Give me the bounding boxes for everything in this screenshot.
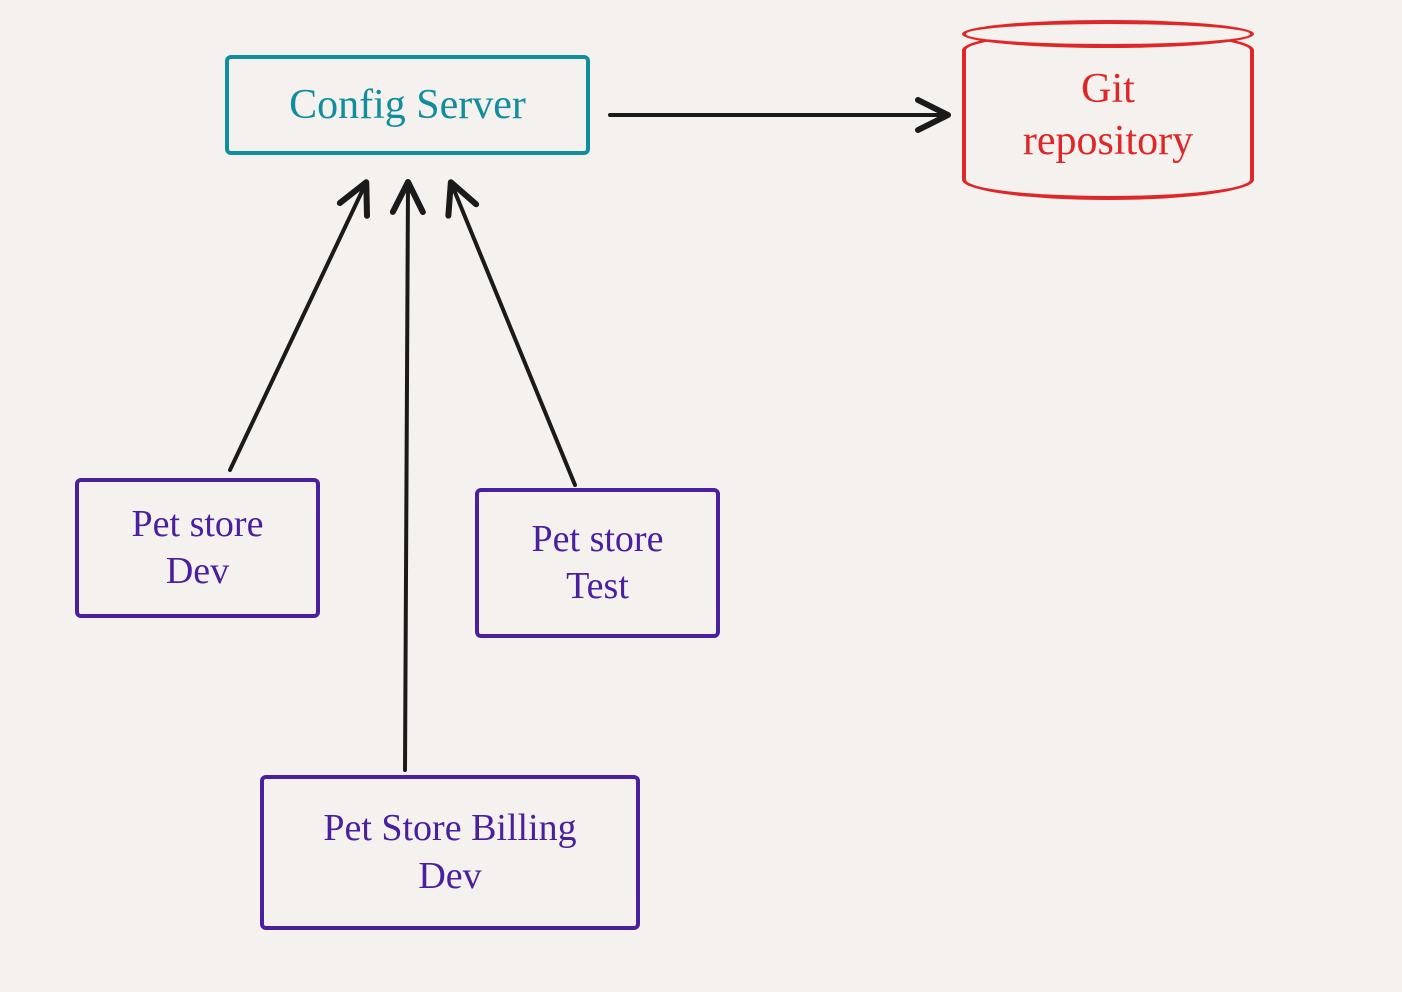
pet-store-billing-dev-node: Pet Store Billing Dev [260, 775, 640, 930]
arrow-pet_store_dev-to-config_server [230, 185, 365, 470]
config-server-label: Config Server [289, 79, 526, 132]
pet-store-billing-dev-label: Pet Store Billing Dev [323, 805, 576, 900]
pet-store-test-node: Pet store Test [475, 488, 720, 638]
pet-store-dev-node: Pet store Dev [75, 478, 320, 618]
diagram-canvas: Config Server Git repository Pet store D… [0, 0, 1402, 992]
arrow-pet_store_test-to-config_server [452, 185, 575, 485]
git-repository-label: Git repository [1023, 63, 1193, 168]
arrow-pet_store_billing_dev-to-config_server [405, 185, 408, 770]
pet-store-dev-label: Pet store Dev [132, 501, 264, 596]
git-repository-node: Git repository [962, 30, 1254, 200]
pet-store-test-label: Pet store Test [532, 516, 664, 611]
config-server-node: Config Server [225, 55, 590, 155]
